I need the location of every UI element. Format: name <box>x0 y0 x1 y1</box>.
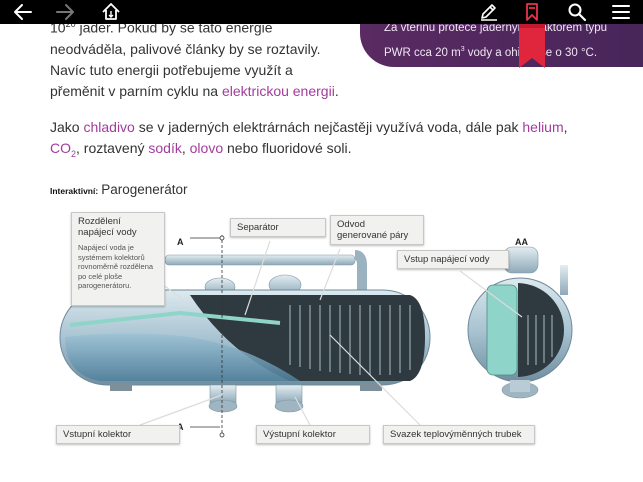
paragraph-2: Jako chladivo se v jaderných elektrárnác… <box>50 117 590 165</box>
outlet-collector-base <box>274 399 304 413</box>
p2-t4: , roztavený <box>76 140 149 156</box>
top-toolbar <box>0 0 643 24</box>
link-sodium[interactable]: sodík <box>148 140 181 156</box>
p2-t2: se v jaderných elektrárnách nejčastěji v… <box>134 119 523 135</box>
aa-inner-collector <box>486 284 518 376</box>
callout-inlet-collector[interactable]: Vstupní kolektor <box>56 425 180 444</box>
link-lead[interactable]: olovo <box>190 140 223 156</box>
home-icon[interactable] <box>100 2 122 22</box>
pencil-icon[interactable] <box>478 2 500 22</box>
callout-feedwater-distribution[interactable]: Rozdělení napájecí vody Napájecí voda je… <box>71 212 165 306</box>
link-coolant[interactable]: chladivo <box>83 119 134 135</box>
callout-separator[interactable]: Separátor <box>230 218 326 237</box>
link-electric-energy[interactable]: elektrickou energii <box>222 83 335 99</box>
bookmark-outline-icon[interactable] <box>521 2 543 22</box>
co2-text: CO <box>50 140 71 156</box>
interactive-heading: Interaktivní: Parogenerátor <box>50 182 188 197</box>
steam-pipe <box>164 254 356 266</box>
section-dot-bottom <box>219 432 225 438</box>
bookmark-ribbon-icon[interactable] <box>517 24 547 70</box>
aa-base-stem <box>510 380 530 392</box>
menu-icon[interactable] <box>610 2 632 22</box>
section-a-top-label: A <box>177 237 184 247</box>
callout-steam-outlet-label: Odvod generované páry <box>337 219 409 241</box>
p2-t6: nebo fluoridové soli. <box>223 140 352 156</box>
interactive-label: Interaktivní: <box>50 186 99 196</box>
callout-feedwater-inlet[interactable]: Vstup napájecí vody <box>397 250 509 269</box>
arrow-right-icon[interactable] <box>54 2 76 22</box>
arrow-left-icon[interactable] <box>12 2 34 22</box>
aa-side-pipe <box>560 265 568 295</box>
p2-t1: Jako <box>50 119 84 135</box>
cross-section-aa <box>467 246 573 399</box>
sidecard-line2a: PWR cca 20 m <box>384 46 461 59</box>
link-helium[interactable]: helium <box>522 119 563 135</box>
callout-outlet-collector-label: Výstupní kolektor <box>263 429 336 440</box>
callout-feedwater-distribution-desc: Napájecí voda je systémem kolektorů rovn… <box>78 243 154 290</box>
p1-end: . <box>334 82 339 99</box>
callout-feedwater-inlet-label: Vstup napájecí vody <box>404 254 490 265</box>
support-left <box>110 383 132 391</box>
paragraph-1: 1020 jader. Pokud by se tato energie neo… <box>50 14 350 102</box>
search-icon[interactable] <box>566 2 588 22</box>
sidecard-text: Za vteřinu proteče jaderným reaktorem ty… <box>384 18 634 64</box>
steam-generator-diagram[interactable]: A A AA Rozdělení napájecí vody Napájecí … <box>40 205 635 460</box>
inlet-collector-base <box>208 399 238 413</box>
aa-dome <box>503 246 539 274</box>
section-dot-top <box>219 235 225 241</box>
callout-tube-bundle-label: Svazek teplovýměnných trubek <box>390 429 522 440</box>
link-co2[interactable]: CO2 <box>50 140 76 159</box>
section-aa-label: AA <box>515 237 528 247</box>
callout-tube-bundle[interactable]: Svazek teplovýměnných trubek <box>383 425 535 444</box>
p2-t3: , <box>563 119 568 135</box>
callout-separator-label: Separátor <box>237 222 279 233</box>
steam-pipe-elbow <box>354 250 367 295</box>
callout-feedwater-distribution-title: Rozdělení napájecí vody <box>78 216 137 238</box>
callout-outlet-collector[interactable]: Výstupní kolektor <box>256 425 370 444</box>
interactive-title: Parogenerátor <box>101 182 188 197</box>
p2-t5: , <box>181 140 190 156</box>
callout-steam-outlet[interactable]: Odvod generované páry <box>330 215 424 245</box>
callout-inlet-collector-label: Vstupní kolektor <box>63 429 132 440</box>
